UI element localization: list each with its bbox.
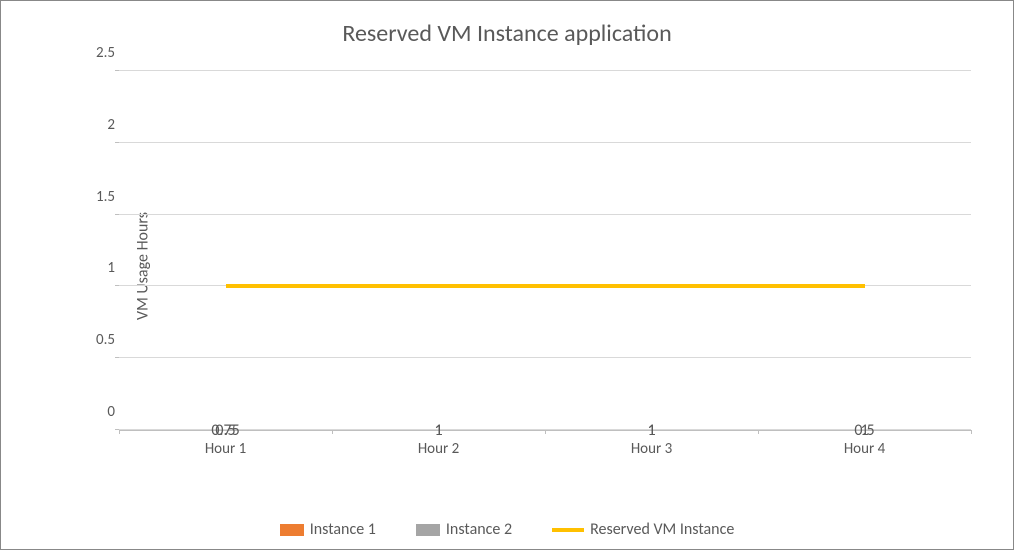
x-tick-hour-3: Hour 3 <box>545 440 758 458</box>
y-tick-0: 0 <box>77 403 115 421</box>
legend-swatch-instance-2 <box>416 524 440 536</box>
x-tick-hour-2: Hour 2 <box>332 440 545 458</box>
y-tick-2: 2 <box>77 116 115 134</box>
plot-area: 0 0.5 1 1.5 2 2.5 <box>119 71 971 431</box>
legend-swatch-instance-1 <box>280 524 304 536</box>
legend-item-reserved: Reserved VM Instance <box>552 520 734 539</box>
y-tick-1: 1 <box>77 259 115 277</box>
legend-swatch-reserved <box>552 528 584 532</box>
y-tick-0-5: 0.5 <box>77 331 115 349</box>
x-tick-hour-4: Hour 4 <box>758 440 971 458</box>
legend-item-instance-2: Instance 2 <box>416 520 512 539</box>
plot-wrap: VM Usage Hours 0 0.5 1 1.5 2 2.5 <box>71 71 971 461</box>
legend: Instance 1 Instance 2 Reserved VM Instan… <box>1 520 1013 539</box>
chart-title: Reserved VM Instance application <box>1 1 1013 56</box>
x-tick-hour-1: Hour 1 <box>119 440 332 458</box>
chart-frame: Reserved VM Instance application VM Usag… <box>0 0 1014 550</box>
reserved-vm-line <box>226 284 865 288</box>
y-tick-1-5: 1.5 <box>77 188 115 206</box>
y-tick-2-5: 2.5 <box>77 44 115 62</box>
legend-item-instance-1: Instance 1 <box>280 520 376 539</box>
